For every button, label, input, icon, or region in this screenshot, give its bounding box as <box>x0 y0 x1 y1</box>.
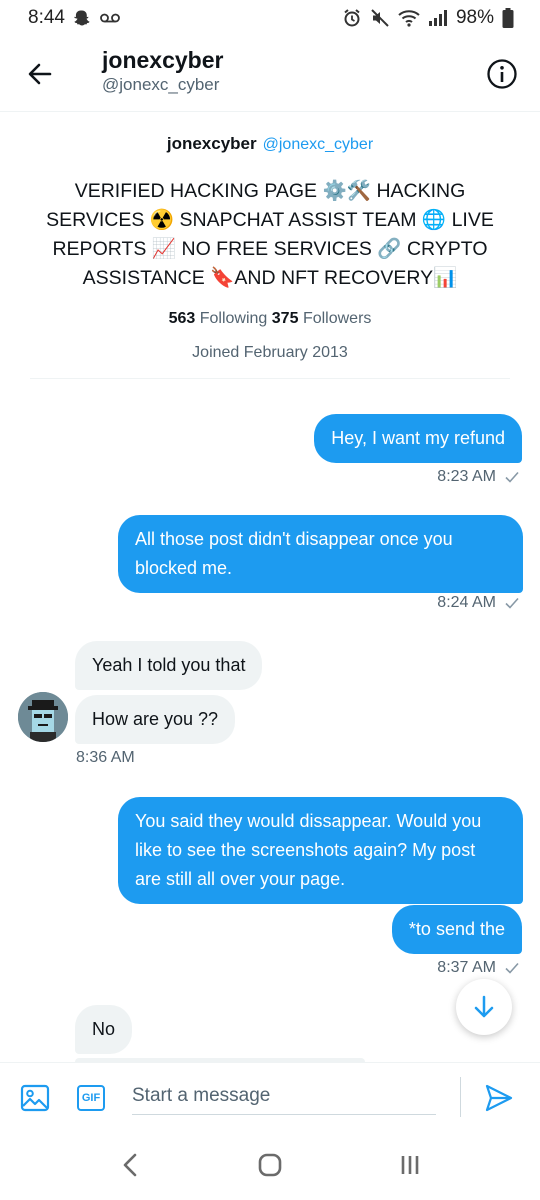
message-composer: GIF <box>0 1062 540 1130</box>
nav-back-button[interactable] <box>106 1141 154 1189</box>
header-handle: @jonexc_cyber <box>102 75 220 94</box>
check-icon <box>505 962 519 974</box>
message-bubble-outgoing[interactable]: Hey, I want my refund <box>314 414 522 463</box>
avatar-image <box>18 692 68 742</box>
bio-line: ASSISTANCE 🔖AND NFT RECOVERY📊 <box>82 267 458 289</box>
profile-divider <box>30 378 510 379</box>
profile-joined: Joined February 2013 <box>192 344 348 361</box>
timestamp-text: 8:37 AM <box>437 959 496 976</box>
system-nav-bar <box>0 1130 540 1200</box>
signal-icon <box>428 10 448 26</box>
check-icon <box>505 471 519 483</box>
conversation-header: jonexcyber @jonexc_cyber <box>0 36 540 112</box>
following-label: Following <box>199 310 268 327</box>
profile-name[interactable]: jonexcyber <box>167 134 257 153</box>
followers-count: 375 <box>271 310 299 327</box>
media-button[interactable] <box>18 1081 52 1115</box>
scroll-to-bottom-button[interactable] <box>456 979 512 1035</box>
composer-separator <box>460 1077 461 1117</box>
battery-icon <box>502 8 514 28</box>
arrow-down-icon <box>474 995 494 1018</box>
message-timestamp: 8:36 AM <box>76 749 135 767</box>
profile-stats: 563 Following 375 Followers <box>0 307 540 331</box>
timestamp-text: 8:36 AM <box>76 749 135 766</box>
back-arrow-icon <box>28 63 52 85</box>
send-icon <box>485 1084 513 1112</box>
gif-label: GIF <box>81 1092 101 1104</box>
message-input[interactable] <box>132 1077 436 1115</box>
check-icon <box>505 597 519 609</box>
following-count: 563 <box>168 310 196 327</box>
alarm-icon <box>342 8 362 28</box>
profile-bio: VERIFIED HACKING PAGE ⚙️🛠️ HACKING SERVI… <box>35 177 505 293</box>
header-title-block[interactable]: jonexcyber @jonexc_cyber <box>102 46 223 96</box>
nav-home-icon <box>258 1153 282 1177</box>
voicemail-icon <box>99 11 121 25</box>
nav-recents-icon <box>401 1156 419 1174</box>
message-bubble-incoming[interactable]: Yeah I told you that <box>75 641 263 690</box>
message-bubble-incoming[interactable]: No <box>75 1005 133 1054</box>
message-bubble-incoming[interactable]: How are you ?? <box>75 695 236 744</box>
bio-line: REPORTS 📈 NO FREE SERVICES 🔗 CRYPTO <box>52 238 488 260</box>
followers-stat[interactable]: 375 Followers <box>272 310 372 327</box>
sender-avatar[interactable] <box>18 692 68 742</box>
message-timestamp: 8:24 AM <box>437 594 520 612</box>
status-time: 8:44 <box>28 7 65 28</box>
bio-line: VERIFIED HACKING PAGE ⚙️🛠️ HACKING <box>74 180 466 202</box>
gif-button[interactable]: GIF <box>74 1081 108 1115</box>
status-bar: 8:44 98% <box>0 0 540 36</box>
snapchat-icon <box>73 9 91 27</box>
info-icon <box>487 59 517 89</box>
send-button[interactable] <box>482 1081 516 1115</box>
profile-handle[interactable]: @jonexc_cyber <box>263 136 374 153</box>
message-bubble-outgoing[interactable]: You said they would dissappear. Would yo… <box>118 797 523 904</box>
wifi-icon <box>398 9 420 27</box>
nav-back-icon <box>123 1153 137 1177</box>
timestamp-text: 8:24 AM <box>437 594 496 611</box>
status-left: 8:44 <box>28 7 121 29</box>
battery-percent: 98% <box>455 7 494 28</box>
bio-line: SERVICES ☢️ SNAPCHAT ASSIST TEAM 🌐 LIVE <box>46 209 494 231</box>
following-stat[interactable]: 563 Following <box>169 310 268 327</box>
header-name: jonexcyber <box>102 47 224 73</box>
back-button[interactable] <box>22 56 58 92</box>
status-right: 98% <box>342 7 514 29</box>
message-bubble-outgoing[interactable]: All those post didn't disappear once you… <box>118 515 523 593</box>
gif-icon: GIF <box>77 1085 105 1111</box>
timestamp-text: 8:23 AM <box>437 468 496 485</box>
image-icon <box>20 1084 50 1112</box>
followers-label: Followers <box>302 310 372 327</box>
nav-recents-button[interactable] <box>386 1141 434 1189</box>
message-timestamp: 8:37 AM <box>437 959 520 977</box>
message-bubble-outgoing[interactable]: *to send the <box>391 905 522 954</box>
message-timestamp: 8:23 AM <box>437 468 520 486</box>
nav-home-button[interactable] <box>246 1141 294 1189</box>
profile-card: jonexcyber @jonexc_cyber VERIFIED HACKING… <box>0 130 540 365</box>
info-button[interactable] <box>484 56 520 92</box>
profile-name-line: jonexcyber @jonexc_cyber <box>0 130 540 159</box>
mute-icon <box>370 8 390 28</box>
